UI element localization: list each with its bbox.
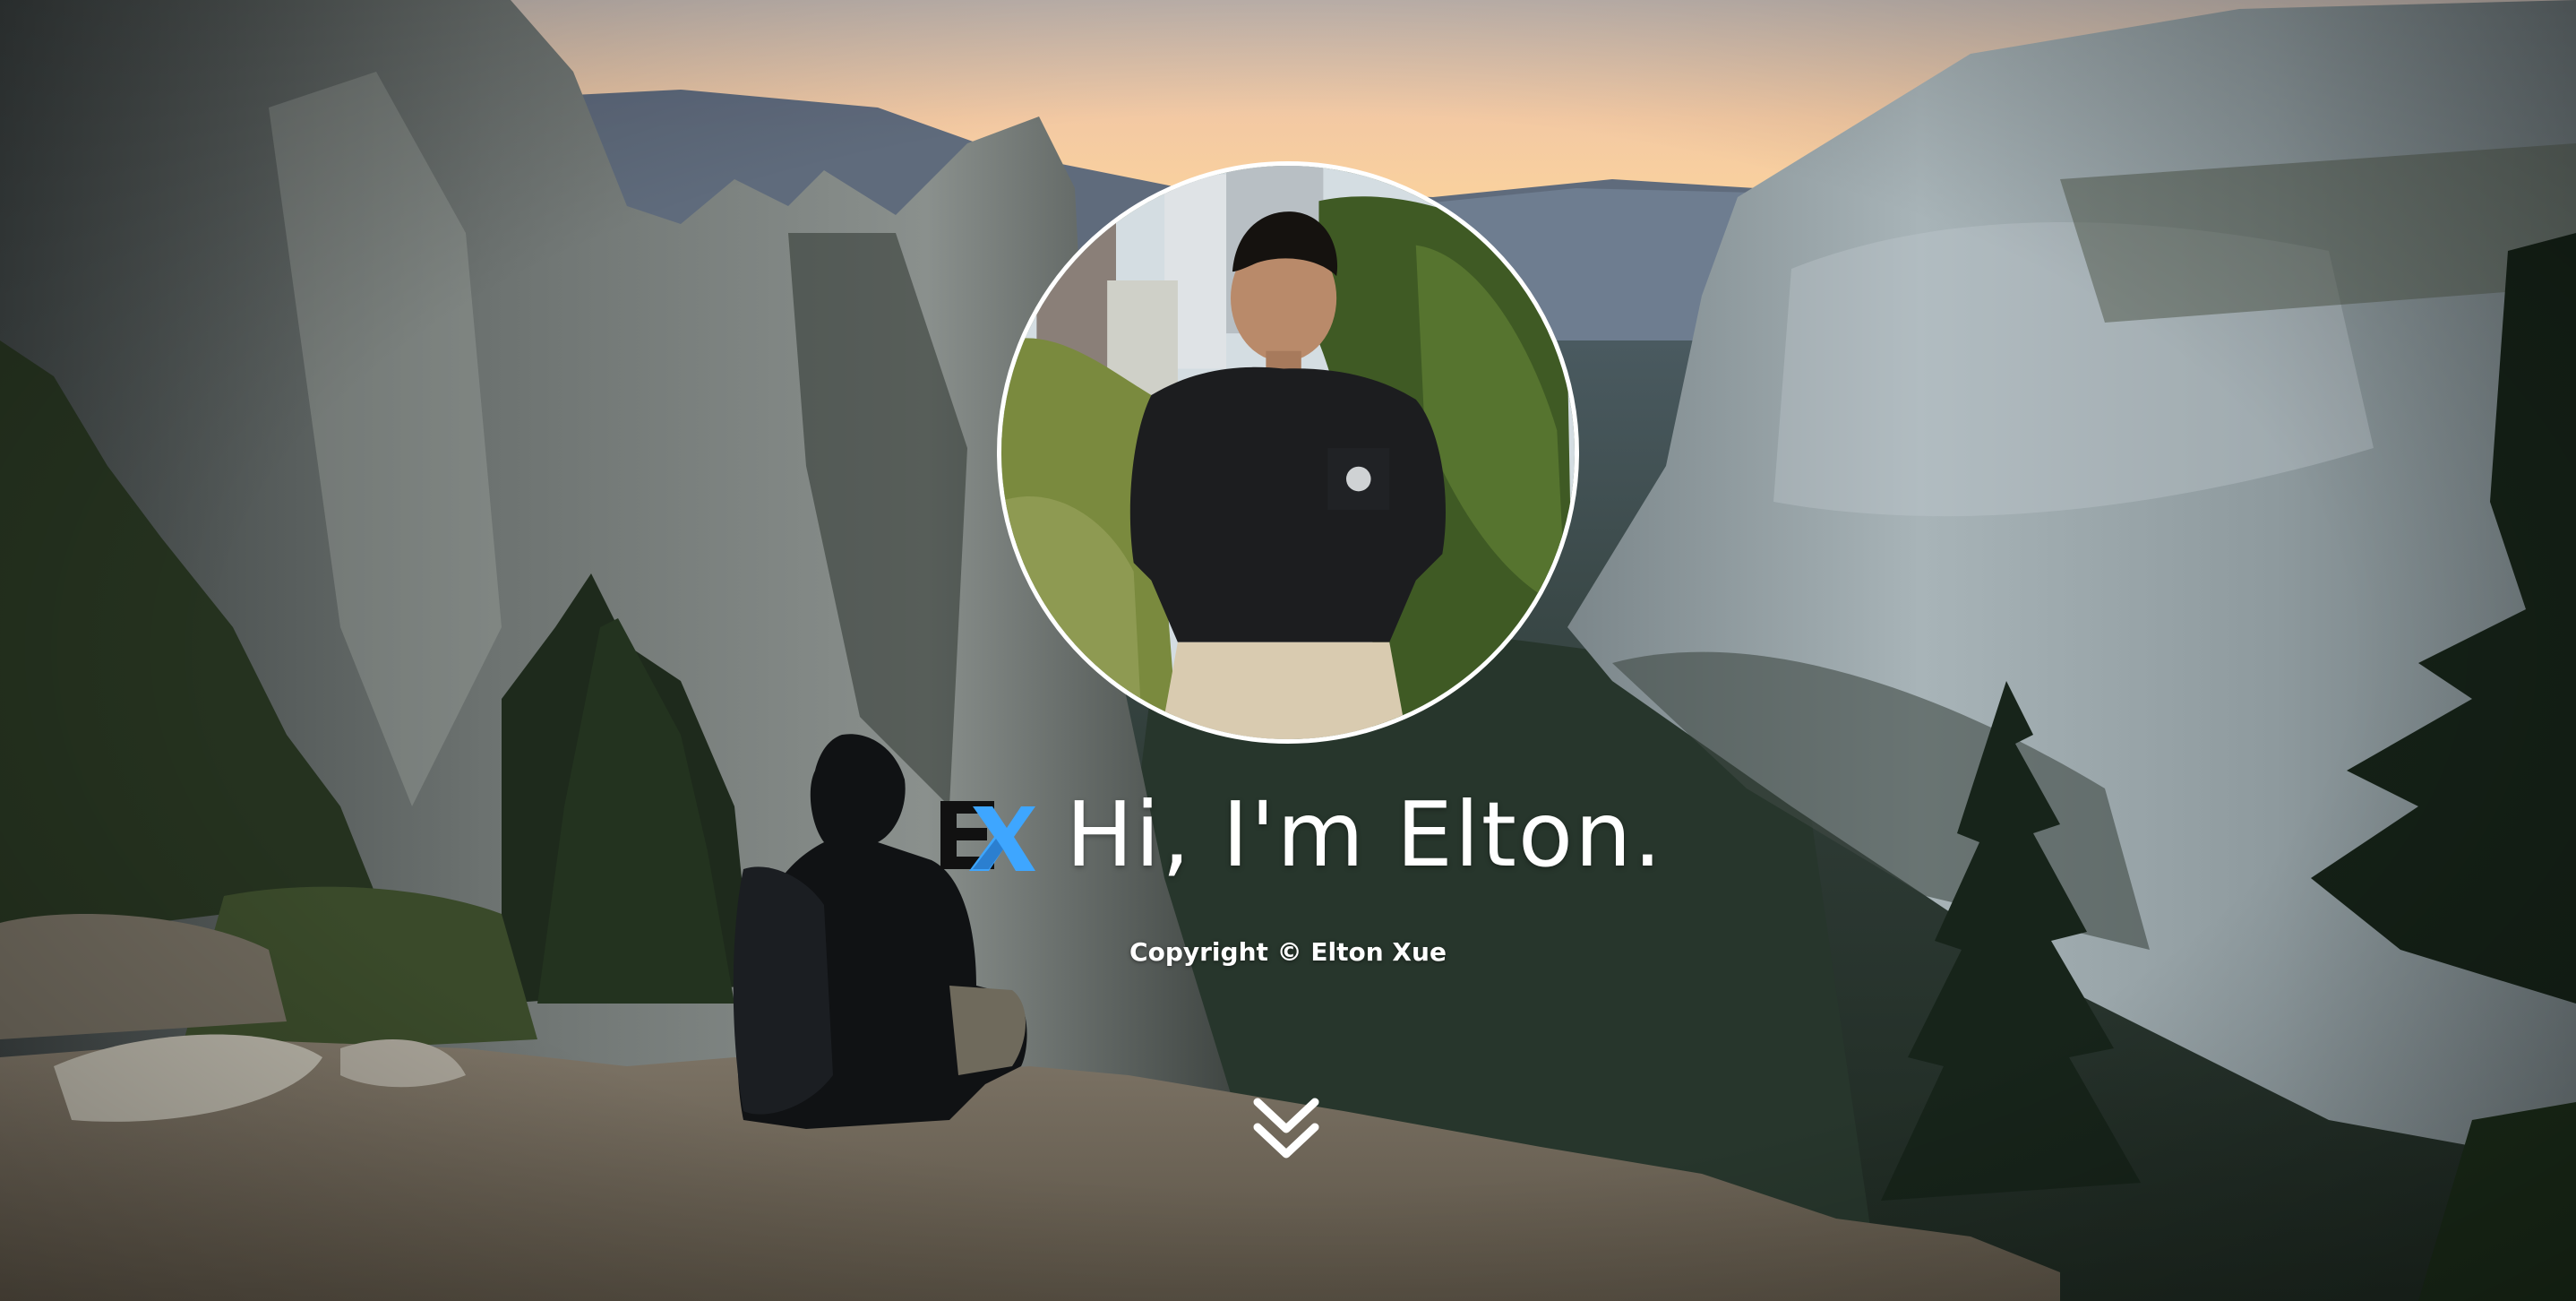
profile-photo (997, 161, 1579, 744)
hero-section: Hi, I'm Elton. Copyright © Elton Xue (0, 0, 2576, 1301)
scroll-down-button[interactable] (1252, 1097, 1320, 1165)
double-chevron-down-icon (1253, 1098, 1319, 1159)
ex-logo-icon (940, 801, 1035, 871)
hero-title: Hi, I'm Elton. (1066, 782, 1664, 887)
copyright-text: Copyright © Elton Xue (1129, 937, 1447, 967)
hero-headline: Hi, I'm Elton. (937, 781, 1663, 889)
